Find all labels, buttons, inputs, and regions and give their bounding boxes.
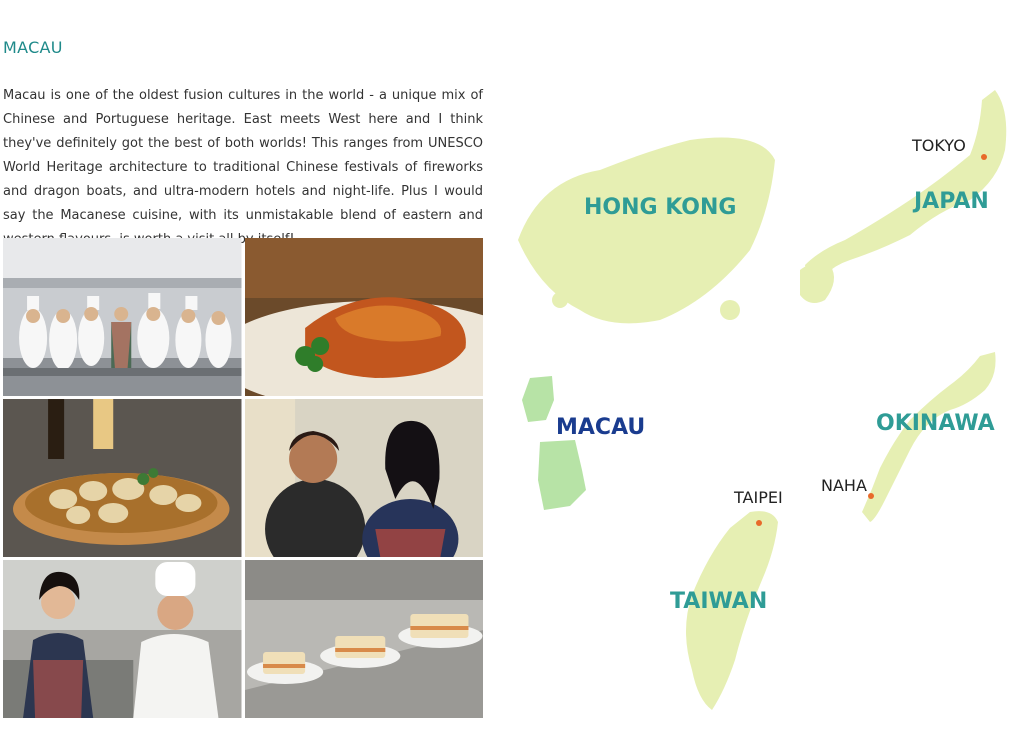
photo-cook-and-host bbox=[244, 399, 483, 557]
photo-chefs-group bbox=[3, 238, 242, 396]
macau-landmass bbox=[522, 376, 586, 510]
label-taipei: TAIPEI bbox=[733, 488, 783, 507]
label-taiwan: TAIWAN bbox=[670, 589, 767, 614]
label-japan: JAPAN bbox=[912, 189, 989, 214]
photo-grid bbox=[3, 238, 483, 718]
okinawa-landmass bbox=[862, 352, 996, 522]
section-heading: MACAU bbox=[3, 38, 63, 57]
photo-host-and-chef bbox=[3, 560, 242, 718]
asia-destinations-map: HONG KONG JAPAN MACAU OKINAWA TAIWAN TOK… bbox=[500, 60, 1024, 739]
photo-chicken-dish bbox=[244, 238, 483, 396]
naha-dot bbox=[868, 493, 874, 499]
label-naha: NAHA bbox=[821, 476, 867, 495]
label-macau: MACAU bbox=[556, 415, 645, 440]
photo-clams-dish bbox=[3, 399, 242, 557]
article-body: Macau is one of the oldest fusion cultur… bbox=[3, 88, 483, 247]
label-okinawa: OKINAWA bbox=[876, 411, 995, 436]
label-tokyo: TOKYO bbox=[911, 136, 966, 155]
photo-sandwiches bbox=[244, 560, 483, 718]
taipei-dot bbox=[756, 520, 762, 526]
tokyo-dot bbox=[981, 154, 987, 160]
label-hong-kong: HONG KONG bbox=[584, 195, 736, 220]
hong-kong-landmass bbox=[518, 137, 775, 324]
